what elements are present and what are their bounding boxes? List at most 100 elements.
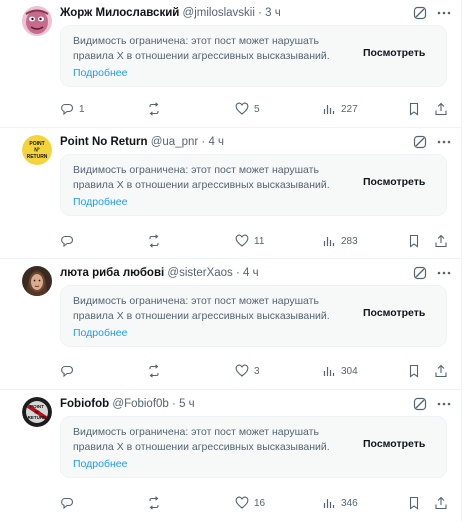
avatar-text: POINT xyxy=(29,141,44,147)
action-bar: 11 283 xyxy=(60,232,454,250)
notice-text: Видимость ограничена: этот пост может на… xyxy=(73,35,330,62)
bookmark-button[interactable] xyxy=(407,362,421,380)
visibility-notice: Видимость ограничена: этот пост может на… xyxy=(60,25,447,87)
reply-button[interactable] xyxy=(60,362,79,380)
repost-icon xyxy=(149,496,159,510)
views-count: 304 xyxy=(341,365,358,377)
timestamp[interactable]: 3 ч xyxy=(265,7,281,19)
like-button[interactable]: 11 xyxy=(235,232,264,250)
notice-text: Видимость ограничена: этот пост может на… xyxy=(73,295,330,322)
bookmark-icon xyxy=(409,364,419,378)
show-button[interactable]: Посмотреть xyxy=(363,176,425,188)
feed-border xyxy=(461,0,462,521)
post[interactable]: люта риба любові @sisterXaos · 4 ч Видим… xyxy=(0,260,461,390)
more-icon[interactable] xyxy=(436,397,452,411)
bookmark-button[interactable] xyxy=(407,100,421,118)
reply-button[interactable]: 1 xyxy=(60,100,85,118)
display-name[interactable]: Fobiofob xyxy=(60,398,109,410)
show-button[interactable]: Посмотреть xyxy=(363,47,425,59)
views-icon xyxy=(323,499,335,508)
views-button[interactable]: 283 xyxy=(322,232,358,250)
reply-button[interactable] xyxy=(60,232,79,250)
bookmark-button[interactable] xyxy=(407,232,421,250)
like-button[interactable]: 5 xyxy=(235,100,260,118)
notice-text: Видимость ограничена: этот пост может на… xyxy=(73,426,330,453)
action-bar: 16 346 xyxy=(60,494,454,512)
like-icon xyxy=(235,496,249,509)
timestamp[interactable]: 5 ч xyxy=(179,398,195,410)
learn-more-link[interactable]: Подробнее xyxy=(73,66,127,81)
more-icon[interactable] xyxy=(436,135,452,149)
separator: · xyxy=(172,398,176,410)
grok-icon[interactable] xyxy=(413,135,427,149)
like-icon xyxy=(235,234,249,247)
grok-icon[interactable] xyxy=(413,397,427,411)
bookmark-button[interactable] xyxy=(407,494,421,512)
handle[interactable]: @sisterXaos xyxy=(167,267,232,279)
views-button[interactable]: 346 xyxy=(322,494,358,512)
share-icon xyxy=(435,102,447,116)
timestamp[interactable]: 4 ч xyxy=(208,136,224,148)
more-icon[interactable] xyxy=(436,266,452,280)
repost-icon xyxy=(149,364,159,378)
views-button[interactable]: 227 xyxy=(322,100,358,118)
grok-icon[interactable] xyxy=(413,6,427,20)
show-button[interactable]: Посмотреть xyxy=(363,307,425,319)
display-name[interactable]: Point No Return xyxy=(60,136,148,148)
repost-button[interactable] xyxy=(147,232,166,250)
share-button[interactable] xyxy=(434,494,448,512)
share-button[interactable] xyxy=(434,100,448,118)
reply-icon xyxy=(61,235,74,248)
like-button[interactable]: 16 xyxy=(235,494,265,512)
more-icon[interactable] xyxy=(436,6,452,20)
avatar[interactable] xyxy=(22,266,52,296)
grok-icon[interactable] xyxy=(413,266,427,280)
separator: · xyxy=(258,7,262,19)
learn-more-link[interactable]: Подробнее xyxy=(73,195,127,210)
repost-icon xyxy=(149,102,159,116)
views-count: 283 xyxy=(341,235,358,247)
repost-button[interactable] xyxy=(147,494,166,512)
display-name[interactable]: люта риба любові xyxy=(60,267,164,279)
like-icon xyxy=(235,364,249,377)
handle[interactable]: @jmiloslavskii xyxy=(183,7,255,19)
views-button[interactable]: 304 xyxy=(322,362,358,380)
learn-more-link[interactable]: Подробнее xyxy=(73,457,127,472)
post-header: Жорж Милославский @jmiloslavskii · 3 ч xyxy=(60,6,281,20)
views-icon xyxy=(323,105,335,114)
views-icon xyxy=(323,367,335,376)
repost-button[interactable] xyxy=(147,100,166,118)
separator: · xyxy=(236,267,240,279)
avatar[interactable] xyxy=(22,6,52,36)
post[interactable]: Жорж Милославский @jmiloslavskii · 3 ч В… xyxy=(0,0,461,128)
action-bar: 3 304 xyxy=(60,362,454,380)
repost-icon xyxy=(149,234,159,248)
show-button[interactable]: Посмотреть xyxy=(363,438,425,450)
display-name[interactable]: Жорж Милославский xyxy=(60,7,179,19)
like-button[interactable]: 3 xyxy=(235,362,260,380)
repost-button[interactable] xyxy=(147,362,166,380)
views-count: 346 xyxy=(341,497,358,509)
handle[interactable]: @Fobiof0b xyxy=(112,398,168,410)
post-header: люта риба любові @sisterXaos · 4 ч xyxy=(60,266,259,280)
separator: · xyxy=(201,136,206,148)
timeline-feed: Жорж Милославский @jmiloslavskii · 3 ч В… xyxy=(0,0,472,521)
post[interactable]: POINT N° RETURN Fobiofob @Fobiof0b · 5 ч… xyxy=(0,391,461,521)
post[interactable]: POINT N° RETURN Point No Return @ua_pnr … xyxy=(0,129,461,259)
visibility-notice: Видимость ограничена: этот пост может на… xyxy=(60,285,447,347)
action-bar: 1 5 227 xyxy=(60,100,454,118)
share-button[interactable] xyxy=(434,362,448,380)
post-header: Fobiofob @Fobiof0b · 5 ч xyxy=(60,397,195,411)
handle[interactable]: @ua_pnr xyxy=(151,136,198,148)
reply-icon xyxy=(61,497,74,510)
avatar-text: RETURN xyxy=(27,154,48,160)
reply-button[interactable] xyxy=(60,494,79,512)
reply-icon xyxy=(61,365,74,378)
notice-text: Видимость ограничена: этот пост может на… xyxy=(73,164,330,191)
avatar[interactable]: POINT N° RETURN xyxy=(22,397,52,427)
share-button[interactable] xyxy=(434,232,448,250)
avatar[interactable]: POINT N° RETURN xyxy=(22,135,52,165)
timestamp[interactable]: 4 ч xyxy=(243,267,259,279)
share-icon xyxy=(435,234,447,248)
learn-more-link[interactable]: Подробнее xyxy=(73,326,127,341)
